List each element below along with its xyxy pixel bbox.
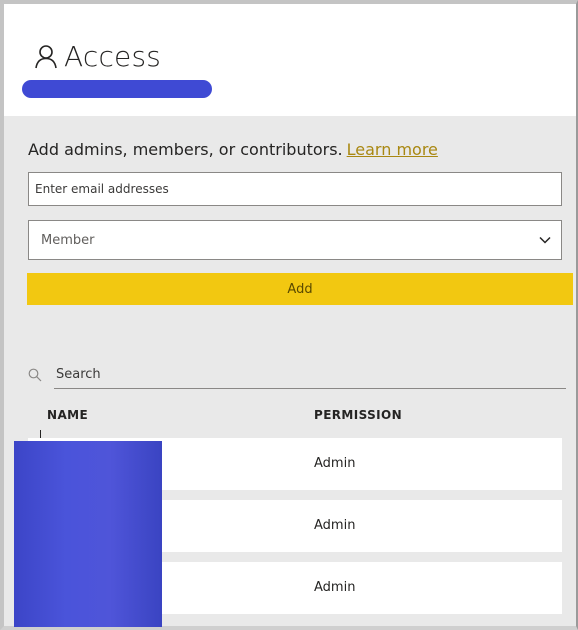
learn-more-link[interactable]: Learn more — [347, 140, 438, 159]
column-header-name[interactable]: NAME — [47, 408, 88, 422]
role-dropdown[interactable]: Member — [28, 220, 562, 260]
page-title: Access — [64, 40, 162, 73]
person-icon — [34, 44, 58, 70]
email-input[interactable] — [28, 172, 562, 206]
role-selected-value: Member — [41, 232, 95, 248]
search-input[interactable] — [54, 360, 566, 389]
add-button[interactable]: Add — [27, 273, 573, 305]
title-row: Access — [34, 40, 161, 73]
add-instructions: Add admins, members, or contributors. Lea… — [28, 140, 438, 159]
intro-text: Add admins, members, or contributors. — [28, 140, 343, 159]
access-panel: Access Add admins, members, or contribut… — [0, 0, 578, 630]
redacted-subtitle — [22, 80, 212, 98]
search-icon — [28, 367, 42, 382]
chevron-down-icon — [539, 233, 551, 248]
column-header-permission[interactable]: PERMISSION — [314, 408, 402, 422]
panel-header: Access — [4, 4, 576, 116]
redacted-user-names — [14, 441, 162, 627]
permission-value: Admin — [314, 580, 356, 595]
permission-value: Admin — [314, 456, 356, 471]
search-row — [28, 360, 566, 389]
permission-value: Admin — [314, 518, 356, 533]
